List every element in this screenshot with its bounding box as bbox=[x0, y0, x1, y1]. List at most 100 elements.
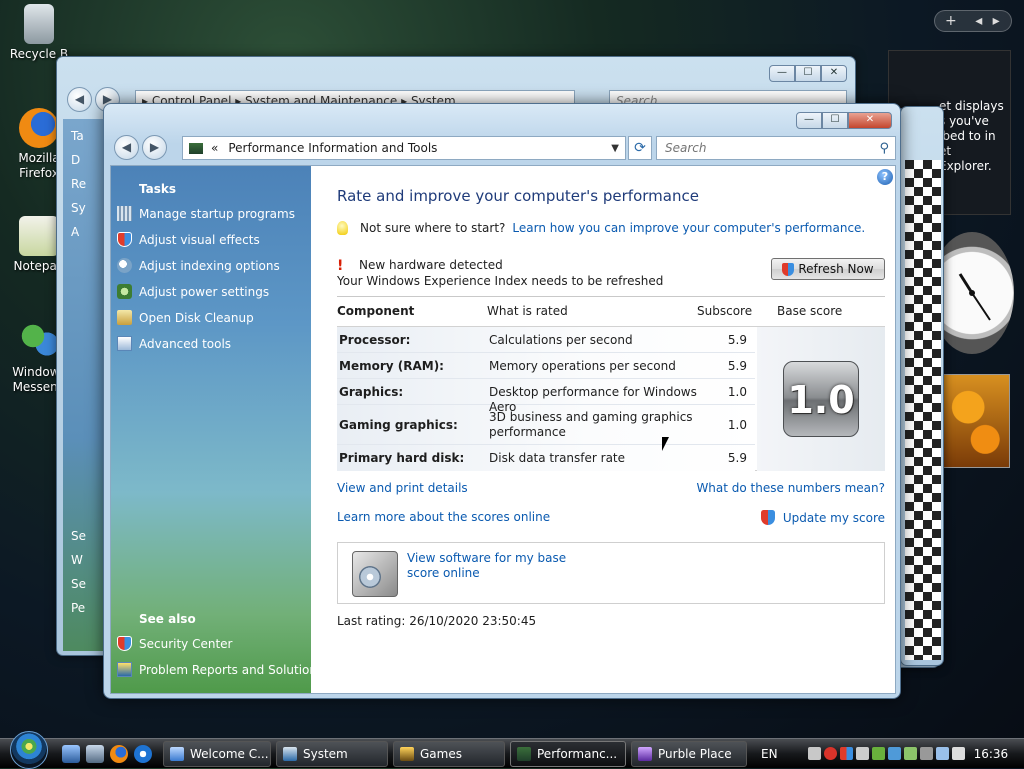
column-header-base-score: Base score bbox=[777, 304, 843, 318]
close-button[interactable]: ✕ bbox=[821, 65, 847, 82]
rated-text: Memory operations per second bbox=[489, 359, 676, 373]
feed-gadget-text: et displays s you've ibed to in et Explo… bbox=[939, 99, 1004, 173]
rated-text: Calculations per second bbox=[489, 333, 633, 347]
back-button[interactable]: ◀ bbox=[114, 135, 139, 160]
table-row: Primary hard disk: Disk data transfer ra… bbox=[337, 445, 755, 471]
refresh-icon[interactable]: ⟳ bbox=[628, 136, 652, 160]
language-indicator[interactable]: EN bbox=[761, 747, 778, 761]
chevron-left-icon[interactable]: ◂ bbox=[975, 13, 982, 29]
component-name: Graphics: bbox=[339, 385, 404, 399]
hint-row: Not sure where to start? Learn how you c… bbox=[337, 221, 865, 235]
tray-icon[interactable] bbox=[855, 747, 869, 760]
mouse-pointer-icon bbox=[662, 437, 669, 451]
slideshow-gadget[interactable] bbox=[940, 374, 1010, 468]
background-game-board bbox=[905, 160, 941, 660]
tray-icon[interactable] bbox=[887, 747, 901, 760]
shield-icon bbox=[117, 232, 132, 247]
task-advanced-tools[interactable]: Advanced tools bbox=[117, 336, 231, 351]
taskbar-label: System bbox=[303, 746, 348, 761]
subscore-value: 5.9 bbox=[727, 451, 747, 465]
main-content: ? Rate and improve your computer's perfo… bbox=[329, 166, 895, 693]
maximize-button[interactable]: ☐ bbox=[822, 112, 848, 129]
chevron-down-icon[interactable]: ▼ bbox=[611, 143, 619, 154]
address-bar[interactable]: « Performance Information and Tools ▼ bbox=[182, 136, 626, 160]
gadget-sidebar-controls[interactable]: + ◂ ▸ bbox=[934, 10, 1012, 32]
chevron-right-icon[interactable]: ▸ bbox=[993, 13, 1000, 29]
last-rating: Last rating: 26/10/2020 23:50:45 bbox=[337, 614, 537, 628]
search-input[interactable] bbox=[663, 140, 880, 156]
software-box: View software for my base score online bbox=[337, 542, 885, 604]
volume-icon[interactable] bbox=[951, 747, 965, 760]
taskbar-button-performance[interactable]: Performanc... bbox=[510, 740, 626, 767]
table-row: Gaming graphics: 3D business and gaming … bbox=[337, 405, 755, 445]
taskbar-clock[interactable]: 16:36 bbox=[974, 747, 1009, 761]
learn-scores-link[interactable]: Learn more about the scores online bbox=[337, 510, 550, 524]
see-also-problem-reports[interactable]: Problem Reports and Solutions bbox=[117, 662, 323, 677]
welcome-icon bbox=[170, 746, 184, 761]
view-software-link[interactable]: View software for my base score online bbox=[407, 551, 597, 581]
update-score-row[interactable]: Update my score bbox=[760, 510, 885, 525]
firefox-icon[interactable] bbox=[110, 744, 128, 763]
window-client-area: Tasks Manage startup programs Adjust vis… bbox=[110, 165, 896, 694]
task-indexing-options[interactable]: Adjust indexing options bbox=[117, 258, 280, 273]
notepad-icon bbox=[19, 216, 59, 256]
task-visual-effects[interactable]: Adjust visual effects bbox=[117, 232, 260, 247]
close-button[interactable]: ✕ bbox=[848, 112, 892, 129]
maximize-button[interactable]: ☐ bbox=[795, 65, 821, 82]
task-label: Open Disk Cleanup bbox=[139, 310, 254, 325]
task-disk-cleanup[interactable]: Open Disk Cleanup bbox=[117, 310, 254, 325]
desktop-icon-recycle-bin[interactable]: Recycle B bbox=[4, 4, 74, 62]
tray-icon[interactable] bbox=[919, 747, 933, 760]
rated-text: Disk data transfer rate bbox=[489, 451, 626, 465]
shield-icon bbox=[117, 636, 132, 651]
recycle-bin-icon bbox=[24, 4, 54, 44]
help-icon[interactable]: ? bbox=[877, 169, 893, 185]
internet-explorer-icon[interactable] bbox=[134, 744, 152, 763]
task-power-settings[interactable]: Adjust power settings bbox=[117, 284, 269, 299]
base-score-panel: 1.0 bbox=[757, 327, 885, 471]
taskbar-button-system[interactable]: System bbox=[276, 740, 388, 767]
indexing-icon bbox=[117, 258, 132, 273]
security-alert-icon[interactable] bbox=[823, 747, 837, 760]
tray-icon[interactable] bbox=[807, 747, 821, 760]
task-label: Manage startup programs bbox=[139, 206, 295, 221]
see-also-heading: See also bbox=[139, 612, 196, 626]
see-also-security-center[interactable]: Security Center bbox=[117, 636, 232, 651]
gadget-add-icon[interactable]: + bbox=[945, 13, 957, 29]
table-row: Memory (RAM): Memory operations per seco… bbox=[337, 353, 755, 379]
taskbar-button-games[interactable]: Games bbox=[393, 740, 505, 767]
task-manage-startup[interactable]: Manage startup programs bbox=[117, 206, 295, 221]
search-icon[interactable]: ⚲ bbox=[879, 141, 889, 156]
taskbar-button-welcome[interactable]: Welcome C... bbox=[163, 740, 271, 767]
power-icon bbox=[117, 284, 132, 299]
column-header-component: Component bbox=[337, 304, 415, 318]
refresh-now-button[interactable]: Refresh Now bbox=[771, 258, 885, 280]
tray-icon[interactable] bbox=[903, 747, 917, 760]
start-button[interactable] bbox=[10, 730, 48, 769]
minimize-button[interactable]: — bbox=[769, 65, 795, 82]
refresh-now-label: Refresh Now bbox=[798, 262, 874, 276]
update-score-link[interactable]: Update my score bbox=[783, 511, 885, 525]
improve-performance-link[interactable]: Learn how you can improve your computer'… bbox=[512, 221, 865, 235]
network-icon[interactable] bbox=[935, 747, 949, 760]
view-print-details-link[interactable]: View and print details bbox=[337, 481, 468, 495]
tray-icon[interactable] bbox=[871, 747, 885, 760]
forward-button[interactable]: ▶ bbox=[142, 135, 167, 160]
address-prefix[interactable]: « bbox=[211, 141, 218, 155]
shield-icon[interactable] bbox=[839, 747, 853, 760]
see-also-label: Security Center bbox=[139, 636, 233, 651]
component-name: Primary hard disk: bbox=[339, 451, 465, 465]
games-icon bbox=[400, 746, 414, 761]
taskbar-button-purble-place[interactable]: Purble Place bbox=[631, 740, 747, 767]
notification-area bbox=[807, 747, 968, 760]
startup-icon bbox=[117, 206, 132, 221]
shield-icon bbox=[760, 510, 775, 525]
minimize-button[interactable]: — bbox=[796, 112, 822, 129]
show-desktop-icon[interactable] bbox=[62, 744, 80, 763]
switch-windows-icon[interactable] bbox=[86, 744, 104, 763]
numbers-meaning-link[interactable]: What do these numbers mean? bbox=[696, 481, 885, 495]
performance-window[interactable]: — ☐ ✕ ◀ ▶ « Performance Information and … bbox=[103, 103, 901, 699]
column-header-rated: What is rated bbox=[487, 304, 568, 318]
back-button[interactable]: ◀ bbox=[67, 87, 92, 112]
search-box[interactable]: ⚲ bbox=[656, 136, 896, 160]
